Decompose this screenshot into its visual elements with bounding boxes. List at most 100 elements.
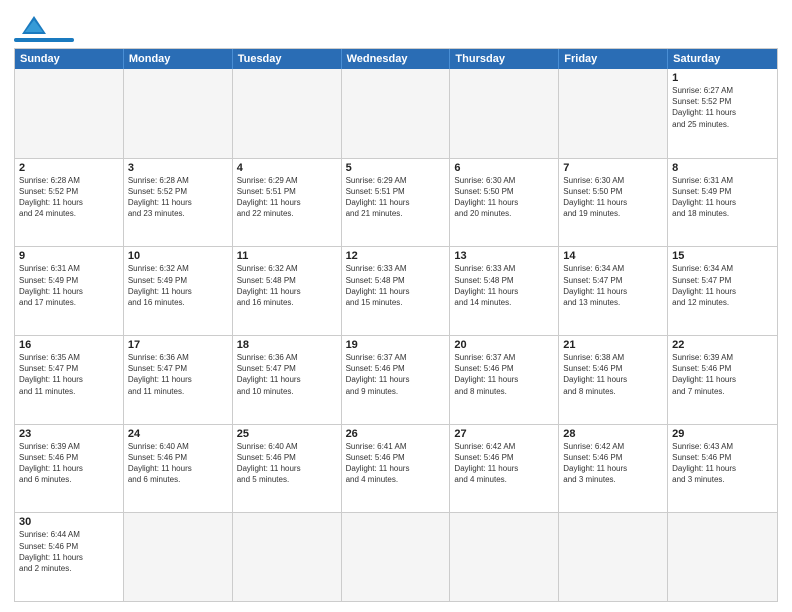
day-number: 21: [563, 339, 663, 351]
day-cell-7: 7Sunrise: 6:30 AM Sunset: 5:50 PM Daylig…: [559, 159, 668, 247]
day-cell-16: 16Sunrise: 6:35 AM Sunset: 5:47 PM Dayli…: [15, 336, 124, 424]
empty-cell: [559, 513, 668, 601]
day-number: 25: [237, 428, 337, 440]
day-number: 8: [672, 162, 773, 174]
calendar-body: 1Sunrise: 6:27 AM Sunset: 5:52 PM Daylig…: [15, 69, 777, 601]
day-cell-27: 27Sunrise: 6:42 AM Sunset: 5:46 PM Dayli…: [450, 425, 559, 513]
logo: [14, 14, 74, 42]
day-number: 23: [19, 428, 119, 440]
day-cell-12: 12Sunrise: 6:33 AM Sunset: 5:48 PM Dayli…: [342, 247, 451, 335]
day-info: Sunrise: 6:40 AM Sunset: 5:46 PM Dayligh…: [237, 441, 337, 486]
calendar-row-5: 23Sunrise: 6:39 AM Sunset: 5:46 PM Dayli…: [15, 424, 777, 513]
day-number: 9: [19, 250, 119, 262]
calendar: SundayMondayTuesdayWednesdayThursdayFrid…: [14, 48, 778, 602]
day-cell-26: 26Sunrise: 6:41 AM Sunset: 5:46 PM Dayli…: [342, 425, 451, 513]
day-cell-21: 21Sunrise: 6:38 AM Sunset: 5:46 PM Dayli…: [559, 336, 668, 424]
calendar-row-4: 16Sunrise: 6:35 AM Sunset: 5:47 PM Dayli…: [15, 335, 777, 424]
empty-cell: [124, 69, 233, 158]
empty-cell: [233, 69, 342, 158]
calendar-row-6: 30Sunrise: 6:44 AM Sunset: 5:46 PM Dayli…: [15, 512, 777, 601]
day-info: Sunrise: 6:35 AM Sunset: 5:47 PM Dayligh…: [19, 352, 119, 397]
day-info: Sunrise: 6:42 AM Sunset: 5:46 PM Dayligh…: [454, 441, 554, 486]
logo-underline: [14, 38, 74, 42]
day-info: Sunrise: 6:36 AM Sunset: 5:47 PM Dayligh…: [128, 352, 228, 397]
day-info: Sunrise: 6:29 AM Sunset: 5:51 PM Dayligh…: [346, 175, 446, 220]
empty-cell: [450, 69, 559, 158]
day-cell-20: 20Sunrise: 6:37 AM Sunset: 5:46 PM Dayli…: [450, 336, 559, 424]
day-number: 19: [346, 339, 446, 351]
empty-cell: [668, 513, 777, 601]
day-number: 11: [237, 250, 337, 262]
day-info: Sunrise: 6:41 AM Sunset: 5:46 PM Dayligh…: [346, 441, 446, 486]
day-number: 26: [346, 428, 446, 440]
weekday-header-thursday: Thursday: [450, 49, 559, 69]
day-cell-14: 14Sunrise: 6:34 AM Sunset: 5:47 PM Dayli…: [559, 247, 668, 335]
day-cell-4: 4Sunrise: 6:29 AM Sunset: 5:51 PM Daylig…: [233, 159, 342, 247]
day-number: 17: [128, 339, 228, 351]
weekday-header-monday: Monday: [124, 49, 233, 69]
day-info: Sunrise: 6:36 AM Sunset: 5:47 PM Dayligh…: [237, 352, 337, 397]
day-cell-18: 18Sunrise: 6:36 AM Sunset: 5:47 PM Dayli…: [233, 336, 342, 424]
day-number: 7: [563, 162, 663, 174]
day-number: 1: [672, 72, 773, 84]
day-number: 18: [237, 339, 337, 351]
day-number: 2: [19, 162, 119, 174]
day-info: Sunrise: 6:32 AM Sunset: 5:49 PM Dayligh…: [128, 263, 228, 308]
day-number: 6: [454, 162, 554, 174]
empty-cell: [15, 69, 124, 158]
day-cell-11: 11Sunrise: 6:32 AM Sunset: 5:48 PM Dayli…: [233, 247, 342, 335]
day-cell-19: 19Sunrise: 6:37 AM Sunset: 5:46 PM Dayli…: [342, 336, 451, 424]
day-info: Sunrise: 6:39 AM Sunset: 5:46 PM Dayligh…: [672, 352, 773, 397]
empty-cell: [450, 513, 559, 601]
day-info: Sunrise: 6:33 AM Sunset: 5:48 PM Dayligh…: [346, 263, 446, 308]
day-cell-23: 23Sunrise: 6:39 AM Sunset: 5:46 PM Dayli…: [15, 425, 124, 513]
day-cell-17: 17Sunrise: 6:36 AM Sunset: 5:47 PM Dayli…: [124, 336, 233, 424]
weekday-header-saturday: Saturday: [668, 49, 777, 69]
day-info: Sunrise: 6:37 AM Sunset: 5:46 PM Dayligh…: [454, 352, 554, 397]
calendar-row-3: 9Sunrise: 6:31 AM Sunset: 5:49 PM Daylig…: [15, 246, 777, 335]
day-cell-24: 24Sunrise: 6:40 AM Sunset: 5:46 PM Dayli…: [124, 425, 233, 513]
day-number: 13: [454, 250, 554, 262]
day-number: 22: [672, 339, 773, 351]
day-cell-1: 1Sunrise: 6:27 AM Sunset: 5:52 PM Daylig…: [668, 69, 777, 158]
day-number: 14: [563, 250, 663, 262]
day-cell-10: 10Sunrise: 6:32 AM Sunset: 5:49 PM Dayli…: [124, 247, 233, 335]
day-number: 10: [128, 250, 228, 262]
day-info: Sunrise: 6:29 AM Sunset: 5:51 PM Dayligh…: [237, 175, 337, 220]
day-cell-5: 5Sunrise: 6:29 AM Sunset: 5:51 PM Daylig…: [342, 159, 451, 247]
day-cell-28: 28Sunrise: 6:42 AM Sunset: 5:46 PM Dayli…: [559, 425, 668, 513]
day-info: Sunrise: 6:34 AM Sunset: 5:47 PM Dayligh…: [672, 263, 773, 308]
day-number: 3: [128, 162, 228, 174]
weekday-header-friday: Friday: [559, 49, 668, 69]
day-number: 16: [19, 339, 119, 351]
day-number: 15: [672, 250, 773, 262]
day-info: Sunrise: 6:32 AM Sunset: 5:48 PM Dayligh…: [237, 263, 337, 308]
day-number: 28: [563, 428, 663, 440]
day-cell-8: 8Sunrise: 6:31 AM Sunset: 5:49 PM Daylig…: [668, 159, 777, 247]
logo-icon: [20, 14, 48, 36]
day-cell-2: 2Sunrise: 6:28 AM Sunset: 5:52 PM Daylig…: [15, 159, 124, 247]
empty-cell: [233, 513, 342, 601]
day-number: 20: [454, 339, 554, 351]
weekday-header-sunday: Sunday: [15, 49, 124, 69]
day-info: Sunrise: 6:28 AM Sunset: 5:52 PM Dayligh…: [128, 175, 228, 220]
empty-cell: [124, 513, 233, 601]
day-number: 30: [19, 516, 119, 528]
day-info: Sunrise: 6:27 AM Sunset: 5:52 PM Dayligh…: [672, 85, 773, 130]
day-info: Sunrise: 6:31 AM Sunset: 5:49 PM Dayligh…: [19, 263, 119, 308]
empty-cell: [559, 69, 668, 158]
day-cell-15: 15Sunrise: 6:34 AM Sunset: 5:47 PM Dayli…: [668, 247, 777, 335]
calendar-row-1: 1Sunrise: 6:27 AM Sunset: 5:52 PM Daylig…: [15, 69, 777, 158]
day-cell-3: 3Sunrise: 6:28 AM Sunset: 5:52 PM Daylig…: [124, 159, 233, 247]
day-info: Sunrise: 6:31 AM Sunset: 5:49 PM Dayligh…: [672, 175, 773, 220]
day-info: Sunrise: 6:43 AM Sunset: 5:46 PM Dayligh…: [672, 441, 773, 486]
day-info: Sunrise: 6:30 AM Sunset: 5:50 PM Dayligh…: [563, 175, 663, 220]
day-info: Sunrise: 6:39 AM Sunset: 5:46 PM Dayligh…: [19, 441, 119, 486]
day-info: Sunrise: 6:34 AM Sunset: 5:47 PM Dayligh…: [563, 263, 663, 308]
day-cell-30: 30Sunrise: 6:44 AM Sunset: 5:46 PM Dayli…: [15, 513, 124, 601]
day-cell-29: 29Sunrise: 6:43 AM Sunset: 5:46 PM Dayli…: [668, 425, 777, 513]
empty-cell: [342, 69, 451, 158]
day-info: Sunrise: 6:42 AM Sunset: 5:46 PM Dayligh…: [563, 441, 663, 486]
calendar-header: SundayMondayTuesdayWednesdayThursdayFrid…: [15, 49, 777, 69]
weekday-header-wednesday: Wednesday: [342, 49, 451, 69]
